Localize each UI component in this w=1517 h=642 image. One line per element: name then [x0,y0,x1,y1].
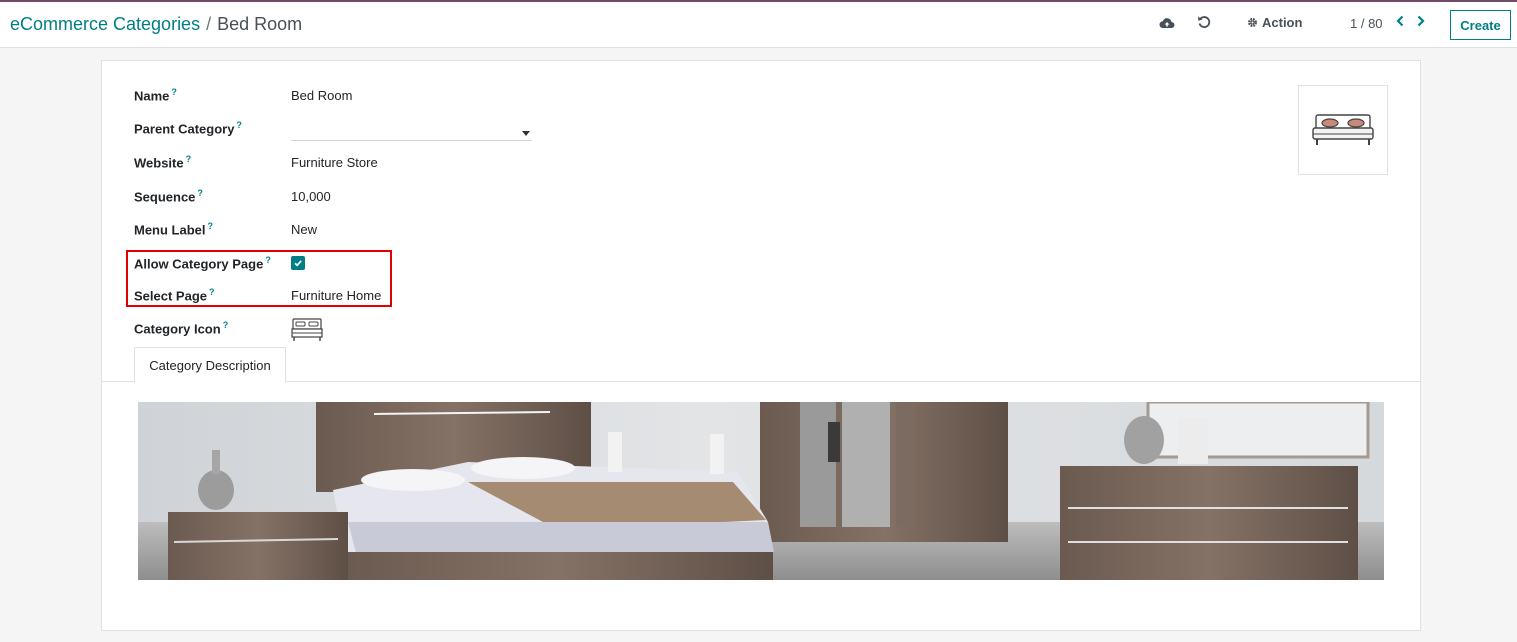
action-menu-button[interactable]: Action [1247,15,1302,30]
category-description-image [138,402,1384,580]
website-help-icon[interactable]: ? [186,154,192,164]
form-sheet: Name? Bed Room Parent Category? Website?… [101,60,1421,631]
sequence-label: Sequence? [134,187,203,205]
name-field[interactable]: Bed Room [291,88,352,103]
menu-label-help-icon[interactable]: ? [208,221,214,231]
breadcrumb-parent-link[interactable]: eCommerce Categories [10,14,200,34]
create-button[interactable]: Create [1450,10,1511,40]
category-icon-label: Category Icon? [134,319,229,337]
category-bed-icon[interactable] [291,318,323,344]
menu-label-label: Menu Label? [134,220,214,238]
parent-category-label: Parent Category? [134,119,242,137]
parent-category-select[interactable] [291,127,532,141]
pager-previous-icon[interactable] [1395,15,1405,27]
gear-icon [1248,18,1257,27]
sequence-field[interactable]: 10,000 [291,189,331,204]
action-label: Action [1262,15,1303,30]
pager-value[interactable]: 1 / 80 [1350,16,1383,31]
breadcrumb: eCommerce Categories / Bed Room [10,14,302,35]
category-image[interactable] [1298,85,1388,175]
tab-category-description[interactable]: Category Description [134,347,286,383]
website-label: Website? [134,153,192,171]
chevron-down-icon[interactable] [522,131,530,136]
control-panel: eCommerce Categories / Bed Room Action 1 /… [0,2,1517,48]
pager-next-icon[interactable] [1416,15,1426,27]
breadcrumb-separator: / [206,14,212,34]
sequence-help-icon[interactable]: ? [197,188,203,198]
highlight-annotation-box [126,250,392,307]
parent-category-help-icon[interactable]: ? [236,120,242,130]
menu-label-field[interactable]: New [291,222,317,237]
name-help-icon[interactable]: ? [171,87,177,97]
save-cloud-icon[interactable] [1159,16,1175,29]
discard-undo-icon[interactable] [1197,15,1211,29]
website-field[interactable]: Furniture Store [291,155,378,170]
bed-icon [1312,114,1374,145]
notebook-tabs: Category Description [102,347,1420,383]
name-label: Name? [134,86,177,104]
category-icon-help-icon[interactable]: ? [223,320,229,330]
breadcrumb-current: Bed Room [217,14,303,34]
